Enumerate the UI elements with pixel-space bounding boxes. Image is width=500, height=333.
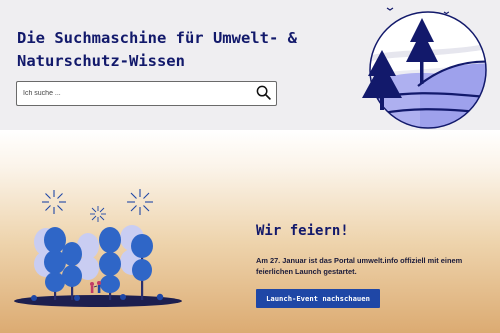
firework-middle (90, 206, 106, 222)
banner-text: Am 27. Januar ist das Portal umwelt.info… (256, 256, 463, 276)
launch-event-button[interactable]: Launch-Event nachschauen (256, 289, 380, 308)
celebration-trees-fireworks-illustration (14, 189, 182, 307)
search-icon (256, 85, 271, 100)
hero-section: Die Suchmaschine für Umwelt- & Naturschu… (0, 0, 500, 130)
banner-title: Wir feiern! (256, 223, 349, 239)
firework-right (127, 189, 153, 215)
people-figures (90, 281, 101, 293)
firework-left (42, 190, 66, 214)
search-input[interactable] (23, 82, 253, 105)
search-box (16, 81, 277, 106)
search-button[interactable] (254, 84, 273, 103)
forest-landscape-logo (362, 7, 487, 129)
page-headline: Die Suchmaschine für Umwelt- & Naturschu… (17, 29, 297, 70)
